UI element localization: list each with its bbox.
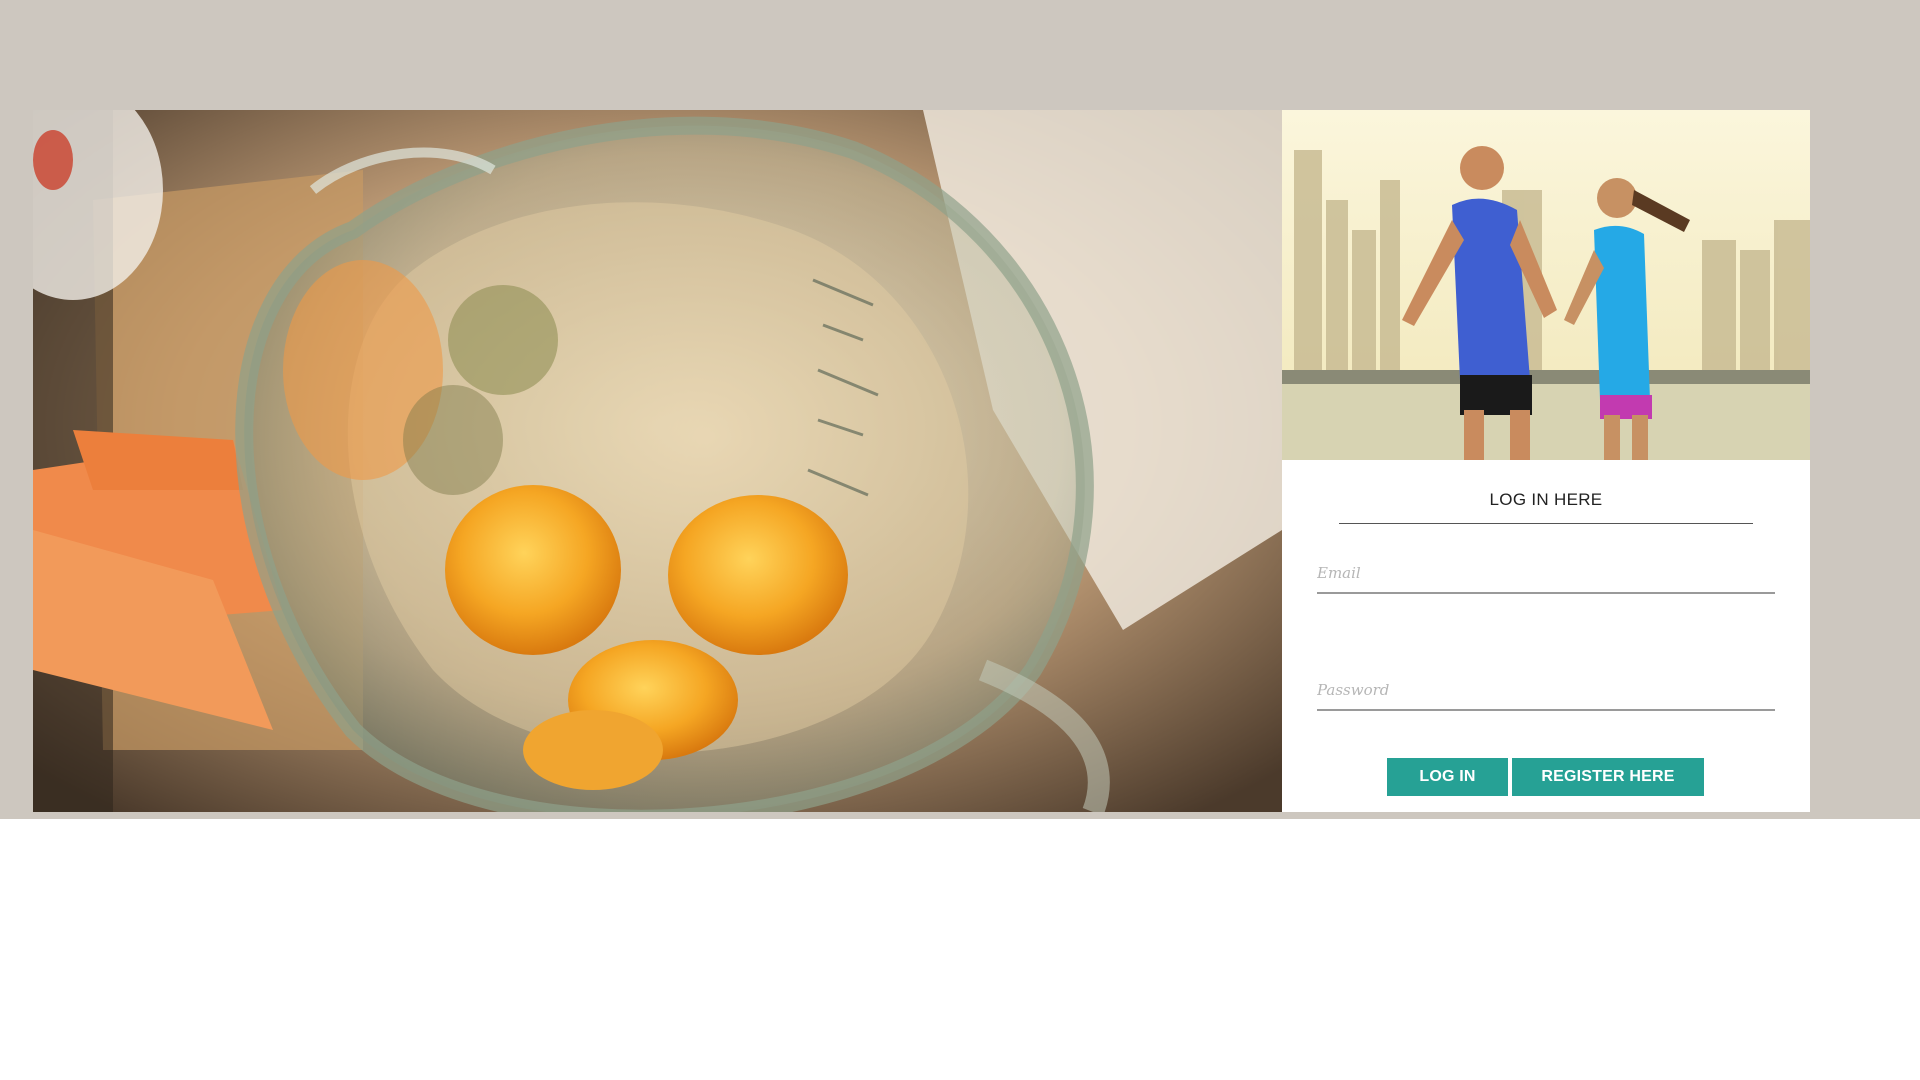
login-title: LOG IN HERE xyxy=(1489,490,1603,509)
password-input[interactable] xyxy=(1317,681,1775,709)
hero-blender-photo xyxy=(33,110,1282,812)
login-button[interactable]: LOG IN xyxy=(1387,758,1508,796)
register-button[interactable]: REGISTER HERE xyxy=(1512,758,1704,796)
runners-photo xyxy=(1282,110,1810,460)
email-underline xyxy=(1317,592,1775,594)
password-underline xyxy=(1317,709,1775,711)
email-input[interactable] xyxy=(1317,564,1775,592)
password-field-wrapper xyxy=(1317,681,1775,711)
email-field-wrapper xyxy=(1317,564,1775,594)
login-card: LOG IN HERE LOG IN REGISTER HERE xyxy=(1282,110,1810,812)
title-divider xyxy=(1339,523,1753,524)
